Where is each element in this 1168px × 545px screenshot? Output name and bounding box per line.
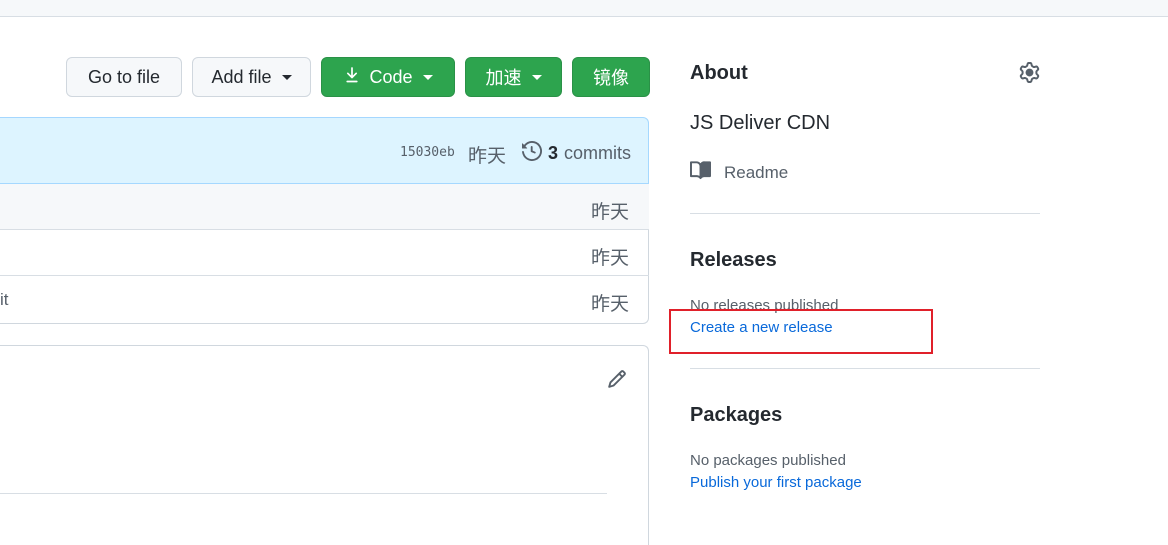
- no-packages-text: No packages published: [690, 452, 846, 469]
- go-to-file-label: Go to file: [87, 66, 161, 87]
- code-label: Code: [369, 66, 413, 87]
- code-button[interactable]: Code: [321, 57, 455, 97]
- file-time: 昨天: [590, 202, 629, 223]
- commit-sha-link[interactable]: 15030eb: [400, 145, 455, 160]
- top-header-bar: [0, 0, 1168, 17]
- file-row[interactable]: 昨天: [0, 184, 649, 230]
- book-icon: [690, 160, 712, 186]
- speed-up-button[interactable]: 加速: [465, 57, 562, 97]
- readme-label: Readme: [724, 163, 789, 182]
- commits-history-link[interactable]: 3 commits: [522, 140, 632, 166]
- edit-pencil-icon[interactable]: [607, 369, 627, 394]
- sidebar-divider: [690, 368, 1040, 369]
- releases-heading[interactable]: Releases: [690, 249, 777, 272]
- readme-link[interactable]: Readme: [690, 160, 788, 186]
- readme-divider: [0, 493, 607, 494]
- commits-label: commits: [564, 143, 632, 163]
- caret-down-icon: [531, 74, 542, 80]
- add-file-button[interactable]: Add file: [192, 57, 311, 97]
- gear-icon[interactable]: [1019, 62, 1040, 88]
- caret-down-icon: [422, 74, 433, 80]
- highlight-box: [669, 309, 933, 354]
- about-heading: About: [690, 62, 748, 84]
- caret-down-icon: [281, 74, 292, 80]
- file-name[interactable]: it: [0, 290, 9, 310]
- go-to-file-button[interactable]: Go to file: [66, 57, 182, 97]
- mirror-label: 镜像: [593, 68, 629, 88]
- history-icon: [522, 140, 543, 166]
- mirror-button[interactable]: 镜像: [572, 57, 650, 97]
- sidebar-divider: [690, 213, 1040, 214]
- file-time: 昨天: [590, 294, 629, 315]
- file-time: 昨天: [590, 248, 629, 269]
- add-file-label: Add file: [211, 66, 272, 87]
- file-row[interactable]: 昨天: [0, 230, 649, 276]
- commit-time: 昨天: [468, 146, 507, 167]
- commit-count: 3: [548, 143, 559, 163]
- speed-up-label: 加速: [485, 68, 522, 88]
- readme-panel: [0, 345, 649, 545]
- download-icon: [343, 66, 361, 89]
- repo-description: JS Deliver CDN: [690, 112, 831, 134]
- file-row[interactable]: it 昨天: [0, 276, 649, 322]
- publish-package-link[interactable]: Publish your first package: [690, 474, 862, 491]
- file-list: 昨天 昨天 it 昨天: [0, 184, 649, 324]
- packages-heading[interactable]: Packages: [690, 404, 782, 427]
